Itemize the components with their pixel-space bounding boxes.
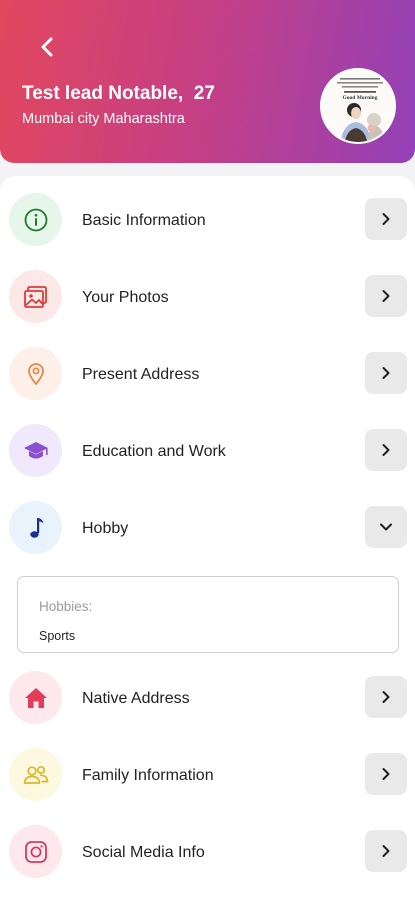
section-label: Basic Information (82, 212, 206, 229)
avatar-greeting: Good Morning (343, 95, 378, 101)
chevron-right-icon (382, 444, 390, 456)
profile-name-age: Test lead Notable, 27 (22, 83, 215, 105)
section-label: Present Address (82, 366, 200, 383)
chevron-right-icon (382, 213, 390, 225)
people-icon (23, 765, 48, 784)
back-button[interactable] (30, 30, 64, 64)
expand-button[interactable] (365, 198, 407, 240)
section-label: Native Address (82, 690, 190, 707)
section-label: Hobby (82, 520, 129, 537)
section-your-photos[interactable]: Your Photos (0, 263, 415, 340)
section-icon-circle (9, 424, 62, 477)
section-icon-circle (9, 671, 62, 724)
profile-age: 27 (193, 83, 215, 104)
chevron-down-icon (380, 523, 392, 531)
profile-photo-illustration: Good Morning (322, 70, 394, 142)
section-social-media-info[interactable]: Social Media Info (0, 818, 415, 895)
section-family-information[interactable]: Family Information (0, 741, 415, 818)
section-education-and-work[interactable]: Education and Work (0, 417, 415, 494)
hobbies-label: Hobbies: (39, 599, 93, 614)
section-label: Your Photos (82, 289, 169, 306)
info-icon (24, 208, 47, 231)
profile-location: Mumbai city Maharashtra (22, 111, 185, 127)
section-icon-circle (9, 193, 62, 246)
profile-name: Test lead Notable, (22, 83, 184, 104)
chevron-right-icon (382, 691, 390, 703)
chevron-right-icon (382, 367, 390, 379)
profile-header: Test lead Notable, 27 Mumbai city Mahara… (0, 0, 415, 163)
avatar[interactable]: Good Morning (320, 68, 396, 144)
expand-button[interactable] (365, 275, 407, 317)
section-icon-circle (9, 270, 62, 323)
photos-icon (23, 285, 47, 308)
section-present-address[interactable]: Present Address (0, 340, 415, 417)
expand-button[interactable] (365, 429, 407, 471)
section-label: Social Media Info (82, 844, 205, 861)
section-hobby[interactable]: Hobby (0, 494, 415, 571)
hobbies-value: Sports (39, 629, 76, 643)
music-note-icon (29, 517, 43, 538)
home-icon (24, 687, 47, 708)
hobby-details-panel: Hobbies: Sports (17, 576, 399, 653)
graduation-cap-icon (23, 441, 48, 458)
instagram-icon (24, 840, 47, 863)
expand-button[interactable] (365, 676, 407, 718)
section-basic-information[interactable]: Basic Information (0, 186, 415, 263)
section-icon-circle (9, 347, 62, 400)
expand-button[interactable] (365, 352, 407, 394)
section-native-address[interactable]: Native Address (0, 664, 415, 741)
expand-button[interactable] (365, 753, 407, 795)
collapse-button[interactable] (365, 506, 407, 548)
chevron-right-icon (382, 290, 390, 302)
section-icon-circle (9, 825, 62, 878)
chevron-right-icon (382, 845, 390, 857)
section-label: Education and Work (82, 443, 226, 460)
chevron-left-icon (41, 37, 53, 57)
location-pin-icon (27, 362, 44, 385)
section-icon-circle (9, 748, 62, 801)
expand-button[interactable] (365, 830, 407, 872)
section-icon-circle (9, 501, 62, 554)
chevron-right-icon (382, 768, 390, 780)
section-label: Family Information (82, 767, 214, 784)
details-card: Basic Information Your Photos Present Ad… (0, 176, 415, 900)
